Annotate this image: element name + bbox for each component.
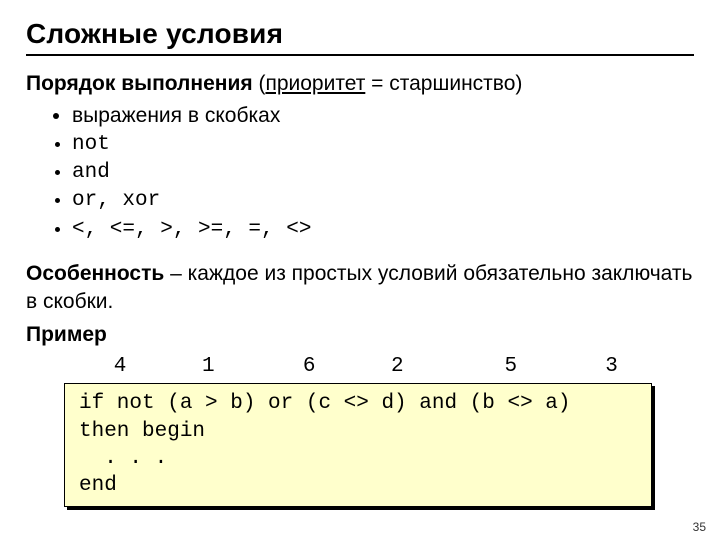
example-heading-text: Пример <box>26 323 107 346</box>
list-item: not <box>72 131 694 159</box>
priority-list: выражения в скобках not and or, xor <, <… <box>26 102 694 244</box>
example-block: 4 1 6 2 5 3 if not (a > b) or (c <> d) a… <box>64 353 694 507</box>
code-line: then begin <box>79 418 637 445</box>
code-line: end <box>79 472 637 499</box>
list-item: and <box>72 159 694 187</box>
feature-bold: Особенность <box>26 262 164 285</box>
precedence-numbers: 4 1 6 2 5 3 <box>76 353 694 381</box>
list-item: выражения в скобках <box>72 102 694 130</box>
slide-title: Сложные условия <box>26 18 694 50</box>
list-item: <, <=, >, >=, =, <> <box>72 216 694 244</box>
priority-paren-open: ( <box>253 72 266 95</box>
page-number: 35 <box>693 520 706 534</box>
priority-underlined: приоритет <box>265 72 365 95</box>
feature-paragraph: Особенность – каждое из простых условий … <box>26 260 694 317</box>
priority-header: Порядок выполнения (приоритет = старшинс… <box>26 70 694 98</box>
code-line: if not (a > b) or (c <> d) and (b <> a) <box>79 390 637 417</box>
title-rule <box>26 54 694 56</box>
priority-lead: Порядок выполнения <box>26 72 253 95</box>
list-item: or, xor <box>72 187 694 215</box>
code-line: . . . <box>79 445 637 472</box>
code-box: if not (a > b) or (c <> d) and (b <> a) … <box>64 383 652 506</box>
priority-paren-rest: = старшинство) <box>365 72 522 95</box>
example-heading: Пример <box>26 321 694 349</box>
